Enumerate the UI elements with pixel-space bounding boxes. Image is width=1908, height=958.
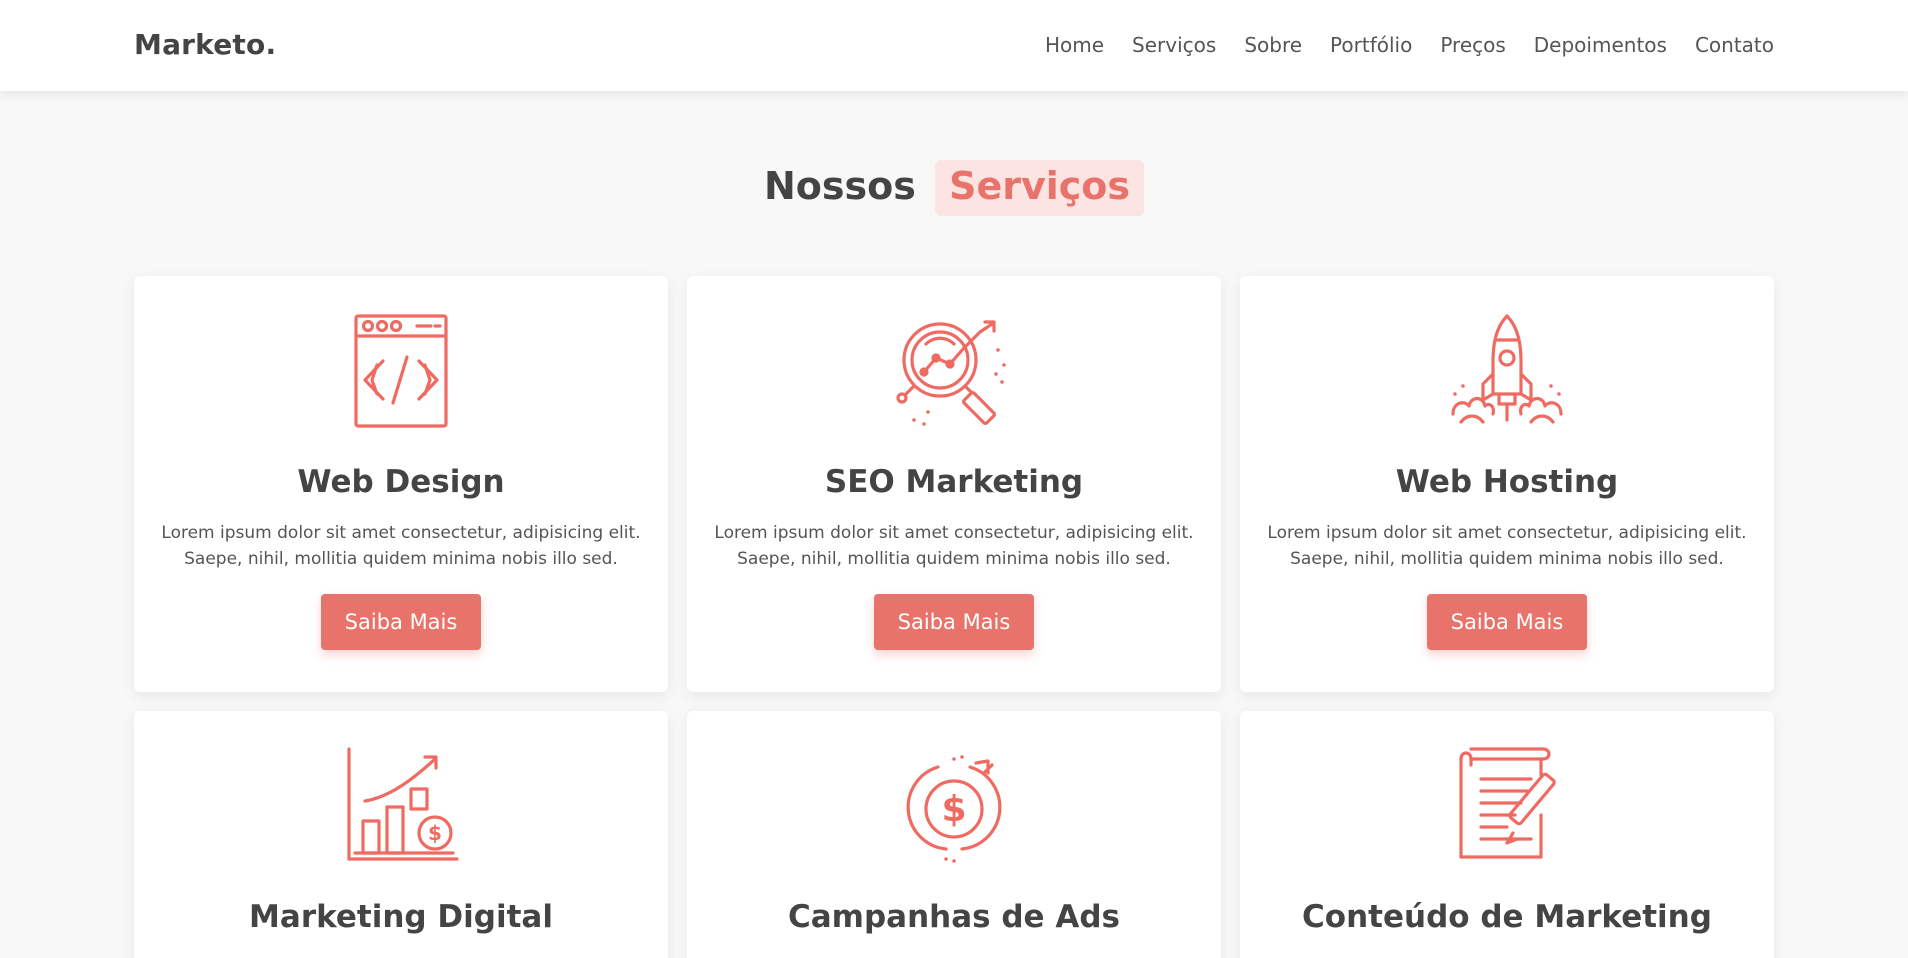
nav-link-servicos[interactable]: Serviços — [1132, 33, 1216, 57]
top-navbar: Marketo. Home Serviços Sobre Portfólio P… — [0, 0, 1908, 91]
service-card-web-design: Web Design Lorem ipsum dolor sit amet co… — [134, 276, 668, 692]
service-card-web-hosting: Web Hosting Lorem ipsum dolor sit amet c… — [1240, 276, 1774, 692]
nav-link-depoimentos[interactable]: Depoimentos — [1534, 33, 1667, 57]
section-title-prefix: Nossos — [763, 164, 916, 208]
document-pen-icon — [1459, 747, 1556, 859]
nav-link-home[interactable]: Home — [1045, 33, 1104, 57]
nav-link-precos[interactable]: Preços — [1440, 33, 1505, 57]
magnifier-chart-icon — [896, 320, 1006, 426]
service-card-conteudo-de-marketing: Conteúdo de Marketing — [1240, 711, 1774, 958]
growth-chart-icon: $ — [347, 747, 459, 861]
service-card-marketing-digital: $ Marketing Digital — [134, 711, 668, 958]
svg-text:$: $ — [428, 821, 442, 845]
nav-link-contato[interactable]: Contato — [1695, 33, 1774, 57]
service-card-seo-marketing: SEO Marketing Lorem ipsum dolor sit amet… — [687, 276, 1221, 692]
service-title: SEO Marketing — [824, 464, 1084, 500]
main-nav: Home Serviços Sobre Portfólio Preços Dep… — [1045, 33, 1774, 57]
saiba-mais-button[interactable]: Saiba Mais — [1427, 594, 1587, 650]
service-title: Marketing Digital — [249, 899, 553, 935]
service-description: Lorem ipsum dolor sit amet consectetur, … — [714, 523, 1194, 569]
logo[interactable]: Marketo. — [134, 28, 276, 61]
section-title: Nossos Serviços — [0, 160, 1908, 216]
nav-link-portfolio[interactable]: Portfólio — [1330, 33, 1412, 57]
service-description: Lorem ipsum dolor sit amet consectetur, … — [1267, 523, 1747, 569]
dollar-cycle-icon: $ — [906, 755, 1002, 863]
saiba-mais-button[interactable]: Saiba Mais — [874, 594, 1034, 650]
service-title: Web Hosting — [1395, 464, 1619, 500]
service-title: Web Design — [297, 464, 505, 500]
rocket-icon — [1451, 314, 1563, 424]
code-window-icon — [354, 314, 448, 428]
nav-link-sobre[interactable]: Sobre — [1244, 33, 1302, 57]
service-title: Conteúdo de Marketing — [1302, 899, 1712, 935]
section-title-highlight: Serviços — [935, 160, 1145, 216]
service-description: Lorem ipsum dolor sit amet consectetur, … — [161, 523, 641, 569]
service-title: Campanhas de Ads — [787, 899, 1121, 935]
svg-text:$: $ — [941, 789, 966, 830]
saiba-mais-button[interactable]: Saiba Mais — [321, 594, 481, 650]
service-card-campanhas-de-ads: $ Campanhas de Ads — [687, 711, 1221, 958]
